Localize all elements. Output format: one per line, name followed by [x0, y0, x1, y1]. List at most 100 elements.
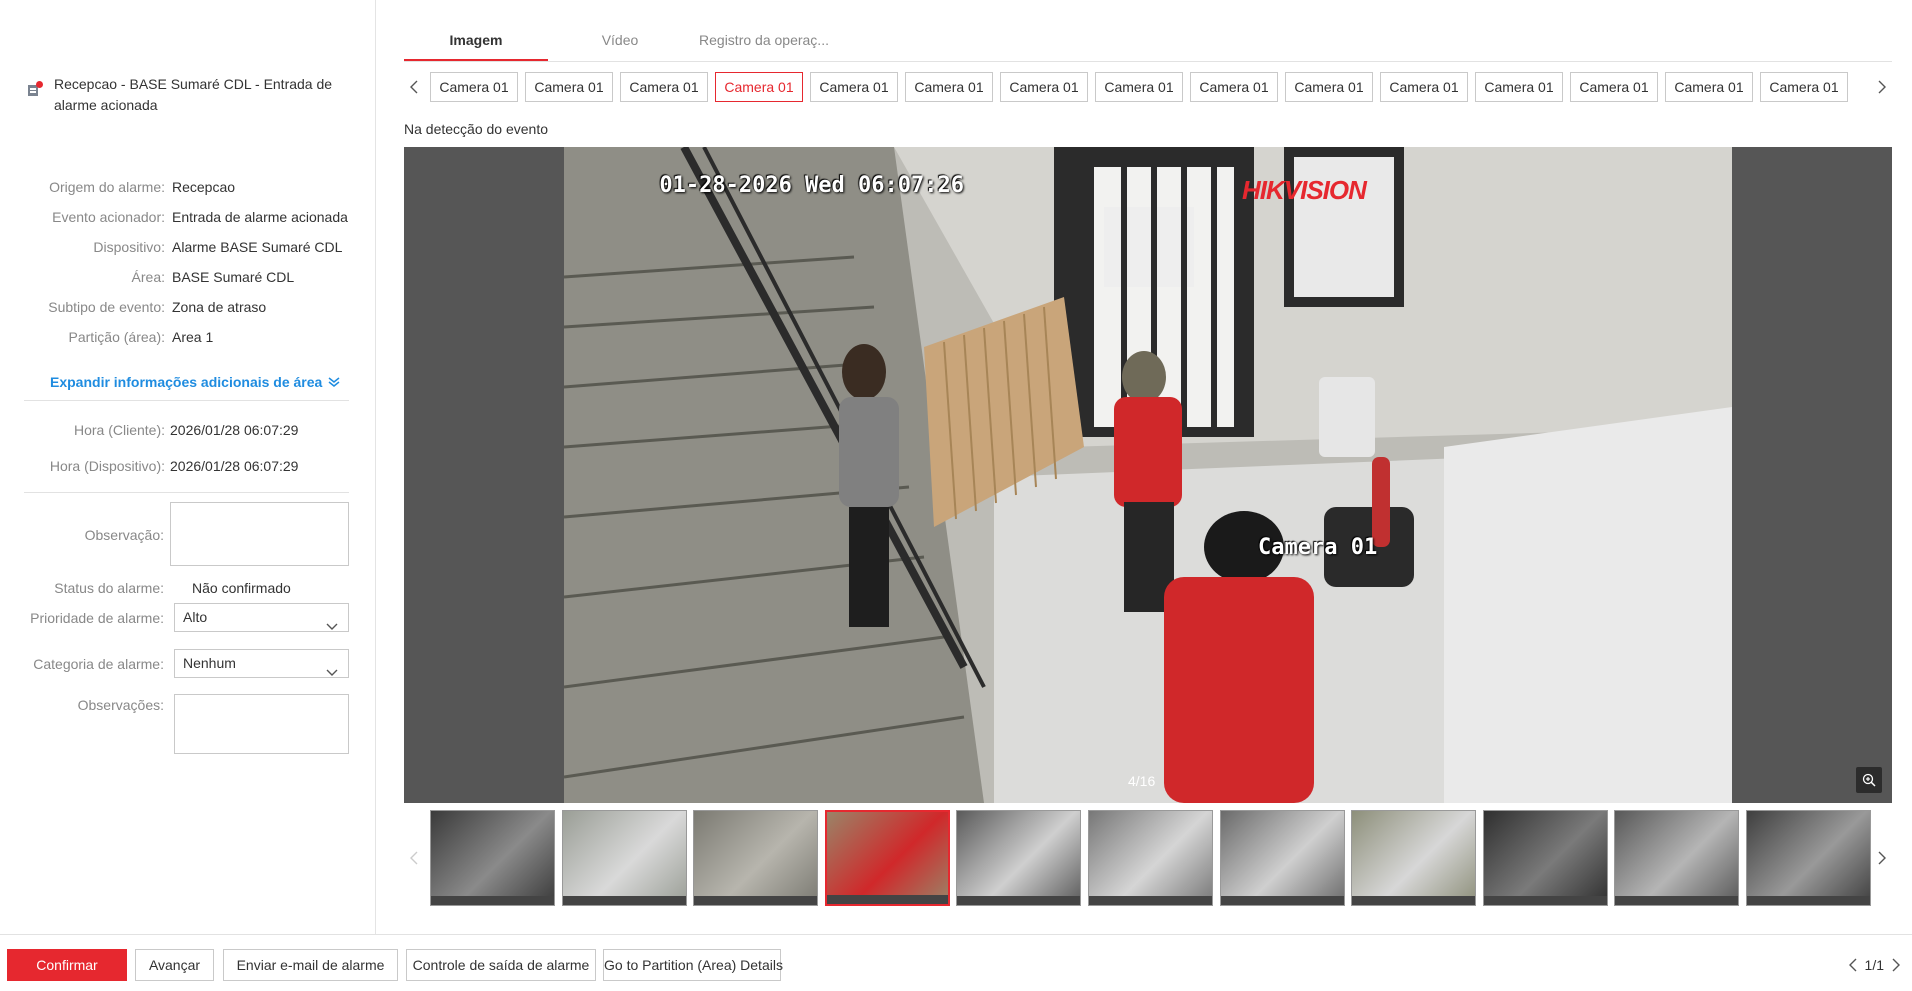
- thumbnail[interactable]: [561, 810, 687, 906]
- thumbnail-footer: [1747, 896, 1870, 905]
- camera-button[interactable]: Camera 01: [1380, 72, 1468, 102]
- observation-label: Observação:: [84, 527, 164, 543]
- chevron-down-icon: [326, 613, 338, 640]
- camera-button[interactable]: Camera 01: [1095, 72, 1183, 102]
- thumbnail-next-button[interactable]: [1872, 843, 1892, 873]
- thumbnail[interactable]: [1351, 810, 1477, 906]
- alarm-title: Recepcao - BASE Sumaré CDL - Entrada de …: [54, 76, 333, 113]
- status-label: Status do alarme:: [54, 580, 164, 596]
- camera-next-button[interactable]: [1872, 72, 1892, 102]
- category-select[interactable]: Nenhum: [174, 649, 349, 678]
- expand-area-info-link[interactable]: Expandir informações adicionais de área: [50, 374, 340, 390]
- camera-snapshot: 01-28-2026 Wed 06:07:26 HIKVISION Camera…: [564, 147, 1732, 803]
- camera-button[interactable]: Camera 01: [905, 72, 993, 102]
- category-label: Categoria de alarme:: [33, 656, 164, 672]
- next-button[interactable]: Avançar: [135, 949, 214, 981]
- chevron-right-icon: [1878, 80, 1886, 94]
- info-label: Partição (área):: [68, 329, 165, 345]
- info-label: Dispositivo:: [93, 239, 165, 255]
- divider: [24, 400, 349, 401]
- image-viewer: 01-28-2026 Wed 06:07:26 HIKVISION Camera…: [404, 147, 1892, 803]
- info-row-alarm-source: Origem do alarme: Recepcao: [0, 177, 376, 197]
- info-row-device: Dispositivo: Alarme BASE Sumaré CDL: [0, 237, 376, 257]
- send-alarm-email-button[interactable]: Enviar e-mail de alarme: [223, 949, 398, 981]
- partition-details-button[interactable]: Go to Partition (Area) Details: [603, 949, 783, 981]
- priority-label: Prioridade de alarme:: [30, 610, 164, 626]
- camera-button[interactable]: Camera 01: [525, 72, 613, 102]
- thumbnail[interactable]: [430, 810, 555, 906]
- remarks-field[interactable]: [174, 694, 349, 754]
- thumbnail[interactable]: [1482, 810, 1608, 906]
- info-value: Recepcao: [172, 179, 236, 195]
- info-row-trigger-event: Evento acionador: Entrada de alarme acio…: [0, 207, 376, 227]
- divider: [24, 492, 349, 493]
- priority-value: Alto: [183, 609, 208, 625]
- info-value: Entrada de alarme acionada: [172, 209, 348, 225]
- thumbnail-footer: [1483, 896, 1607, 905]
- thumbnail[interactable]: [824, 810, 950, 906]
- thumbnail[interactable]: [1746, 810, 1871, 906]
- camera-button[interactable]: Camera 01: [810, 72, 898, 102]
- info-row-device-time: Hora (Dispositivo): 2026/01/28 06:07:29: [0, 456, 376, 476]
- alarm-detail-panel: Recepcao - BASE Sumaré CDL - Entrada de …: [0, 0, 376, 934]
- alarm-header: Recepcao - BASE Sumaré CDL - Entrada de …: [26, 74, 356, 116]
- thumbnail-footer: [1220, 896, 1344, 905]
- camera-button[interactable]: Camera 01: [1665, 72, 1753, 102]
- thumbnail[interactable]: [693, 810, 819, 906]
- camera-button[interactable]: Camera 01: [1570, 72, 1658, 102]
- camera-button[interactable]: Camera 01: [620, 72, 708, 102]
- priority-select[interactable]: Alto: [174, 603, 349, 632]
- confirm-button[interactable]: Confirmar: [7, 949, 127, 981]
- camera-prev-button[interactable]: [404, 72, 424, 102]
- detection-label: Na detecção do evento: [404, 121, 548, 137]
- camera-button[interactable]: Camera 01: [715, 72, 803, 102]
- thumbnail-strip: [404, 810, 1892, 906]
- camera-button[interactable]: Camera 01: [1000, 72, 1088, 102]
- thumbnail-footer: [1615, 896, 1739, 905]
- thumbnail-footer: [1352, 896, 1476, 905]
- double-chevron-down-icon: [328, 376, 340, 388]
- camera-button[interactable]: Camera 01: [1760, 72, 1848, 102]
- camera-button[interactable]: Camera 01: [430, 72, 518, 102]
- expand-area-info-label: Expandir informações adicionais de área: [50, 374, 323, 390]
- camera-button[interactable]: Camera 01: [1285, 72, 1373, 102]
- chevron-left-icon: [410, 851, 418, 865]
- thumbnail[interactable]: [1614, 810, 1740, 906]
- thumbnail[interactable]: [1088, 810, 1213, 906]
- info-value: Zona de atraso: [172, 299, 267, 315]
- thumbnail-footer: [694, 896, 818, 905]
- info-value: Alarme BASE Sumaré CDL: [172, 239, 343, 255]
- info-row-event-subtype: Subtipo de evento: Zona de atraso: [0, 297, 376, 317]
- tab-video[interactable]: Vídeo: [548, 32, 692, 61]
- zoom-button[interactable]: [1856, 767, 1882, 793]
- camera-button[interactable]: Camera 01: [1475, 72, 1563, 102]
- tab-operation-log[interactable]: Registro da operaç...: [692, 32, 836, 61]
- alarm-output-control-button[interactable]: Controle de saída de alarme: [406, 949, 596, 981]
- chevron-right-icon: [1892, 958, 1900, 972]
- info-label: Subtipo de evento:: [48, 299, 165, 315]
- thumbnail-prev-button[interactable]: [404, 843, 424, 873]
- pager: 1/1: [1848, 957, 1900, 973]
- info-label: Evento acionador:: [52, 209, 165, 225]
- thumbnail[interactable]: [956, 810, 1082, 906]
- info-label: Hora (Cliente):: [73, 422, 165, 438]
- info-value: 2026/01/28 06:07:29: [170, 422, 299, 438]
- snapshot-timestamp: 01-28-2026 Wed 06:07:26: [659, 173, 964, 198]
- thumbnail[interactable]: [1219, 810, 1345, 906]
- info-label: Área:: [131, 269, 165, 285]
- zoom-in-icon: [1862, 773, 1876, 787]
- alarm-input-icon: [26, 80, 44, 98]
- snapshot-brand-watermark: HIKVISION: [1242, 175, 1367, 205]
- camera-button[interactable]: Camera 01: [1190, 72, 1278, 102]
- info-value: BASE Sumaré CDL: [172, 269, 295, 285]
- action-bar: Confirmar Avançar Enviar e-mail de alarm…: [0, 934, 1912, 991]
- camera-selector: Camera 01 Camera 01 Camera 01 Camera 01 Came…: [404, 72, 1892, 102]
- remarks-label: Observações:: [77, 697, 164, 713]
- pager-prev-button[interactable]: [1848, 958, 1857, 972]
- observation-field[interactable]: [170, 502, 349, 566]
- thumbnail-footer: [562, 896, 686, 905]
- pager-next-button[interactable]: [1892, 958, 1900, 972]
- snapshot-camera-name: Camera 01: [1258, 535, 1378, 560]
- tab-image[interactable]: Imagem: [404, 32, 548, 61]
- pager-text: 1/1: [1864, 957, 1884, 973]
